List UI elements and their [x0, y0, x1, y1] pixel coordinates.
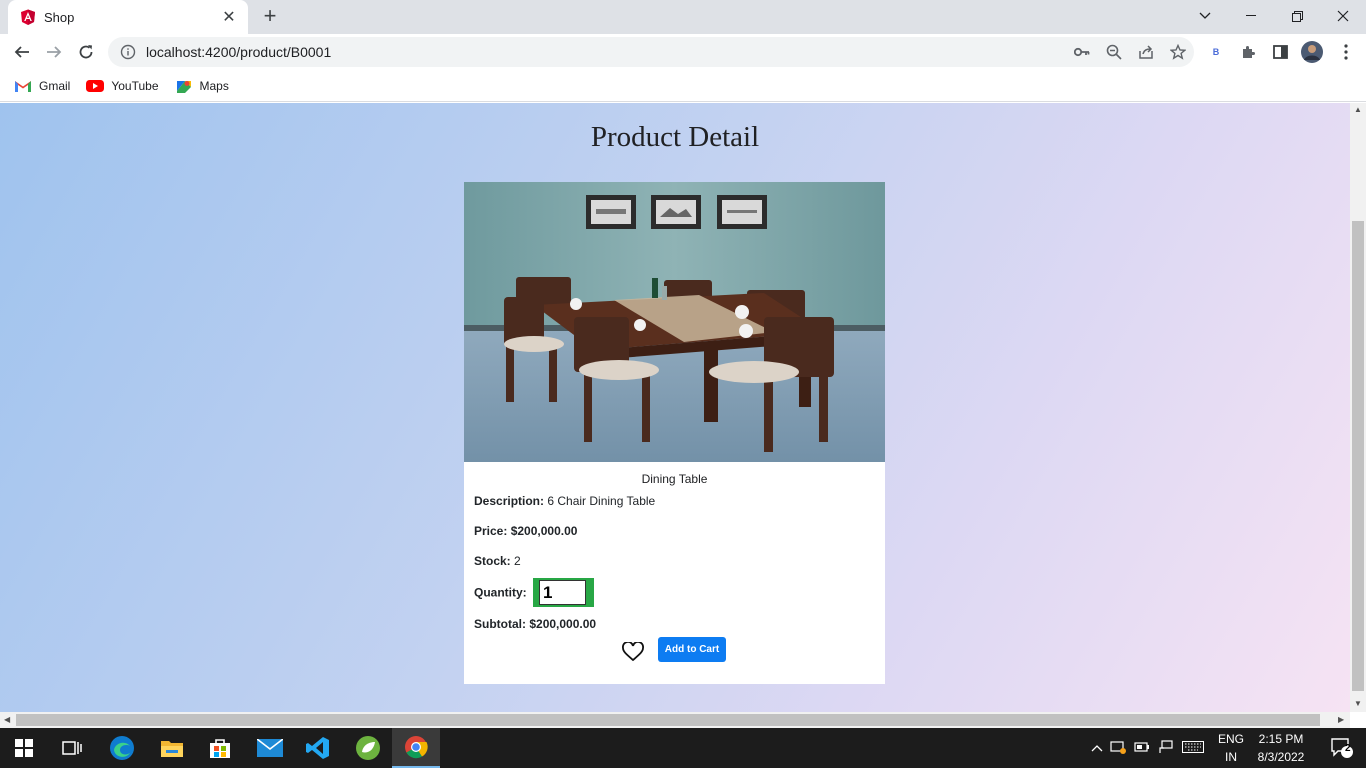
spring-tool-icon[interactable] [344, 728, 392, 768]
price-label: Price: [474, 524, 508, 538]
tray-icons [1088, 728, 1208, 768]
vertical-scrollbar[interactable]: ▲ ▼ [1350, 103, 1366, 712]
stock-label: Stock: [474, 554, 511, 568]
microsoft-store-icon[interactable] [196, 728, 244, 768]
page-viewport: Product Detail Dining Table Description:… [0, 103, 1350, 712]
browser-tab[interactable]: Shop ✕ [8, 0, 248, 34]
reload-button[interactable] [72, 38, 100, 66]
subtotal-value: $200,000.00 [529, 617, 597, 631]
bookmark-maps[interactable]: Maps [175, 79, 229, 93]
restore-button[interactable] [1274, 0, 1320, 32]
horizontal-scrollbar[interactable]: ◀ ▶ [0, 712, 1350, 728]
clock-time: 2:15 PM [1258, 732, 1304, 746]
clock-date: 8/3/2022 [1257, 750, 1305, 764]
scroll-up-icon[interactable]: ▲ [1354, 105, 1362, 114]
tab-title: Shop [44, 9, 75, 25]
zoom-icon[interactable] [1098, 37, 1130, 67]
network-alert-icon[interactable] [1106, 740, 1130, 757]
extension-letter: B [1212, 47, 1220, 57]
vscode-icon[interactable] [294, 728, 342, 768]
forward-arrow-icon [47, 46, 62, 58]
windows-start-icon[interactable] [0, 728, 48, 768]
wishlist-heart-icon[interactable] [622, 642, 644, 662]
profile-avatar[interactable] [1298, 38, 1326, 66]
tab-close-icon[interactable]: ✕ [220, 7, 238, 27]
address-bar[interactable]: localhost:4200/product/B0001 [108, 37, 1194, 67]
angular-icon [21, 9, 35, 25]
bookmark-label: YouTube [111, 78, 159, 93]
scroll-down-icon[interactable]: ▼ [1354, 699, 1362, 708]
edge-icon[interactable] [98, 728, 146, 768]
battery-icon[interactable] [1130, 741, 1154, 756]
wired-network-icon[interactable] [1154, 739, 1178, 757]
share-icon[interactable] [1130, 37, 1162, 67]
show-hidden-icons-icon[interactable] [1088, 741, 1106, 755]
description-label: Description: [474, 494, 545, 508]
scroll-left-icon[interactable]: ◀ [4, 715, 10, 724]
bookmark-label: Maps [199, 78, 229, 93]
browser-toolbar: localhost:4200/product/B0001 B [0, 34, 1366, 70]
description-value: 6 Chair Dining Table [547, 494, 656, 508]
forward-button[interactable] [40, 38, 68, 66]
price-value: $200,000.00 [510, 524, 578, 538]
subtotal-label: Subtotal: [474, 617, 526, 631]
taskbar-clock[interactable]: 2:15 PM 8/3/2022 [1248, 730, 1314, 766]
bookmarks-bar: Gmail YouTube Maps [0, 70, 1366, 102]
bookmark-gmail[interactable]: Gmail [14, 79, 70, 93]
mail-icon[interactable] [246, 728, 294, 768]
price-row: Price: $200,000.00 [474, 524, 577, 538]
input-language[interactable]: ENG IN [1214, 730, 1248, 766]
subtotal-row: Subtotal: $200,000.00 [474, 617, 596, 631]
horizontal-scroll-thumb[interactable] [16, 714, 1320, 726]
quantity-input[interactable]: 1 [533, 578, 595, 607]
quantity-value: 1 [539, 580, 587, 605]
language-code: ENG [1217, 732, 1244, 746]
quantity-row: Quantity: 1 [474, 578, 595, 607]
minimize-button[interactable] [1228, 0, 1274, 32]
gmail-icon [15, 80, 31, 92]
bookmark-label: Gmail [39, 78, 71, 93]
url-text: localhost:4200/product/B0001 [146, 44, 332, 60]
quantity-label: Quantity: [474, 585, 527, 600]
language-region: IN [1225, 750, 1237, 764]
browser-tab-strip: Shop ✕ + [0, 0, 1366, 34]
bookmark-youtube[interactable]: YouTube [86, 78, 159, 93]
back-arrow-icon [14, 46, 29, 58]
reload-icon [79, 45, 93, 59]
task-view-icon[interactable] [48, 728, 96, 768]
description-row: Description: 6 Chair Dining Table [474, 494, 655, 508]
info-icon[interactable] [120, 44, 136, 60]
extension-b-icon[interactable]: B [1202, 38, 1230, 66]
extensions-puzzle-icon[interactable] [1234, 38, 1262, 66]
stock-row: Stock: 2 [474, 554, 521, 568]
chrome-menu-icon[interactable] [1332, 38, 1360, 66]
page-title: Product Detail [590, 121, 760, 153]
stock-value: 2 [514, 554, 521, 568]
maps-icon [176, 80, 191, 93]
back-button[interactable] [8, 38, 36, 66]
notification-count: 2 [1345, 743, 1351, 754]
tab-search-icon[interactable] [1182, 0, 1228, 32]
youtube-icon [86, 79, 105, 92]
file-explorer-icon[interactable] [148, 728, 196, 768]
scroll-right-icon[interactable]: ▶ [1338, 715, 1344, 724]
vertical-scroll-thumb[interactable] [1352, 221, 1364, 691]
product-card: Dining Table Description: 6 Chair Dining… [464, 182, 885, 684]
windows-taskbar: ENG IN 2:15 PM 8/3/2022 2 [0, 728, 1366, 768]
close-window-button[interactable] [1320, 0, 1366, 32]
product-image [464, 182, 885, 462]
add-to-cart-button[interactable]: Add to Cart [658, 637, 726, 662]
keyboard-icon[interactable] [1178, 740, 1208, 756]
bookmark-star-icon[interactable] [1162, 37, 1194, 67]
new-tab-button[interactable]: + [258, 4, 282, 30]
chrome-taskbar-icon[interactable] [392, 728, 440, 768]
key-icon[interactable] [1066, 37, 1098, 67]
side-panel-icon[interactable] [1266, 38, 1294, 66]
notification-center-icon[interactable]: 2 [1318, 728, 1366, 768]
product-name: Dining Table [641, 472, 708, 486]
